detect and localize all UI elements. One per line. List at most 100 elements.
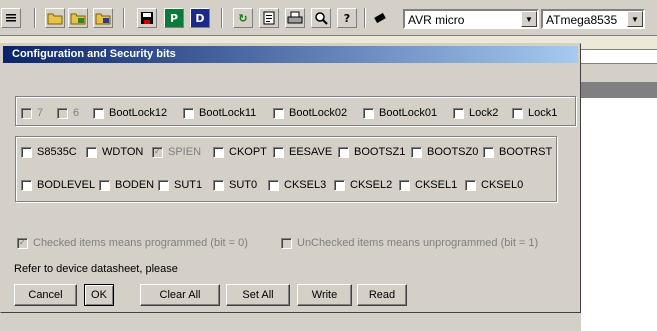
checkbox-box[interactable] bbox=[512, 107, 523, 119]
reload-icon[interactable]: ↻ bbox=[233, 8, 253, 28]
checkbox-bootlock12[interactable]: BootLock12 bbox=[93, 107, 167, 119]
chevron-down-icon[interactable]: ▼ bbox=[627, 11, 643, 27]
save-icon[interactable] bbox=[137, 8, 157, 28]
checkbox-bootsz0[interactable]: BOOTSZ0 bbox=[411, 146, 478, 158]
checkbox-cksel3[interactable]: CKSEL3 bbox=[268, 179, 326, 191]
printer-glyph bbox=[287, 11, 303, 24]
checkbox-label: SUT0 bbox=[229, 179, 258, 191]
list-icon[interactable] bbox=[1, 8, 21, 28]
checkbox-cksel2[interactable]: CKSEL2 bbox=[334, 179, 392, 191]
background-window-header bbox=[581, 82, 657, 98]
chip-glyph bbox=[374, 12, 386, 24]
checkbox-label: CKOPT bbox=[229, 146, 267, 158]
device-model-select[interactable]: ATmega8535 ▼ bbox=[541, 9, 645, 29]
checkbox-box[interactable] bbox=[158, 179, 169, 191]
search-icon[interactable] bbox=[311, 8, 331, 28]
checkbox-bodlevel[interactable]: BODLEVEL bbox=[21, 179, 95, 191]
checkbox-box[interactable] bbox=[338, 146, 349, 158]
checkbox-eesave[interactable]: EESAVE bbox=[273, 146, 332, 158]
read-button[interactable]: Read bbox=[357, 284, 407, 306]
open-data-folder-icon[interactable] bbox=[93, 8, 113, 28]
floppy-glyph bbox=[141, 12, 153, 24]
checkbox-box[interactable] bbox=[411, 146, 422, 158]
open-data-folder-glyph bbox=[95, 13, 111, 25]
checkbox-box[interactable] bbox=[213, 146, 224, 158]
chip-icon[interactable] bbox=[370, 8, 390, 28]
checkbox-bootlock11[interactable]: BootLock11 bbox=[183, 107, 256, 119]
checkbox-box[interactable] bbox=[465, 179, 476, 191]
checkbox-label: CKSEL3 bbox=[284, 179, 327, 191]
checkbox-spien: ✓ SPIEN bbox=[152, 146, 201, 158]
reference-note: Refer to device datasheet, please bbox=[14, 263, 178, 275]
checkbox-box[interactable] bbox=[273, 146, 284, 158]
checkbox-box[interactable] bbox=[334, 179, 345, 191]
checkbox-box[interactable] bbox=[399, 179, 410, 191]
list-icon-glyph bbox=[6, 14, 16, 22]
checkbox-box[interactable] bbox=[483, 146, 494, 158]
checkbox-label: 7 bbox=[37, 107, 44, 119]
checked-example-box: ✓ bbox=[17, 237, 28, 249]
checkbox-label: BODLEVEL bbox=[37, 179, 96, 191]
checkbox-box[interactable] bbox=[363, 107, 374, 119]
checkbox-label: BootLock02 bbox=[289, 107, 348, 119]
main-toolbar: P D ↻ ? AVR micro ▼ ATmega8535 ▼ bbox=[0, 0, 657, 36]
checkbox-label: BODEN bbox=[115, 179, 155, 191]
checkbox-box[interactable] bbox=[93, 107, 104, 119]
open-folder-icon[interactable] bbox=[45, 8, 65, 28]
chevron-down-icon[interactable]: ▼ bbox=[521, 11, 537, 27]
open-program-folder-glyph bbox=[70, 13, 86, 25]
checkbox-label: Lock2 bbox=[469, 107, 499, 119]
legend-unchecked: UnChecked items means unprogrammed (bit … bbox=[281, 237, 538, 249]
toolbar-separator bbox=[364, 8, 366, 28]
checkbox-box[interactable] bbox=[21, 146, 32, 158]
open-program-folder-icon[interactable] bbox=[68, 8, 88, 28]
checkbox-bootsz1[interactable]: BOOTSZ1 bbox=[338, 146, 405, 158]
file-info-glyph bbox=[263, 11, 275, 25]
checkbox-label: Lock1 bbox=[528, 107, 558, 119]
checkbox-sut0[interactable]: SUT0 bbox=[213, 179, 257, 191]
checkbox-lock1[interactable]: Lock1 bbox=[512, 107, 557, 119]
checkbox-box[interactable] bbox=[453, 107, 464, 119]
ok-button[interactable]: OK bbox=[84, 284, 114, 306]
legend-unchecked-text: UnChecked items means unprogrammed (bit … bbox=[297, 237, 539, 249]
checkbox-box bbox=[21, 107, 32, 119]
checkbox-box[interactable] bbox=[268, 179, 279, 191]
checkbox-box[interactable] bbox=[99, 179, 110, 191]
checkbox-label: BootLock11 bbox=[199, 107, 257, 119]
checkbox-label: BootLock01 bbox=[379, 107, 438, 119]
checkbox-box[interactable] bbox=[21, 179, 32, 191]
device-model-value: ATmega8535 bbox=[546, 13, 618, 27]
file-info-icon[interactable] bbox=[259, 8, 279, 28]
save-program-icon[interactable]: P bbox=[164, 8, 184, 28]
checkbox-sut1[interactable]: SUT1 bbox=[158, 179, 202, 191]
checkbox-wdton[interactable]: WDTON bbox=[86, 146, 143, 158]
checkbox-bootrst[interactable]: BOOTRST bbox=[483, 146, 552, 158]
checkbox-box[interactable] bbox=[86, 146, 97, 158]
checkbox-cksel1[interactable]: CKSEL1 bbox=[399, 179, 457, 191]
checkbox-ckopt[interactable]: CKOPT bbox=[213, 146, 267, 158]
print-icon[interactable] bbox=[285, 8, 305, 28]
checkbox-s8535c[interactable]: S8535C bbox=[21, 146, 77, 158]
background-window-panel bbox=[581, 64, 657, 82]
checkbox-label: BOOTRST bbox=[499, 146, 553, 158]
write-button[interactable]: Write bbox=[297, 284, 352, 306]
checkbox-label: 6 bbox=[73, 107, 80, 119]
checkbox-lock2[interactable]: Lock2 bbox=[453, 107, 498, 119]
checkbox-box bbox=[57, 107, 68, 119]
checkbox-box[interactable] bbox=[183, 107, 194, 119]
checkbox-box[interactable] bbox=[213, 179, 224, 191]
checkbox-boden[interactable]: BODEN bbox=[99, 179, 154, 191]
checkbox-box[interactable] bbox=[273, 107, 284, 119]
checkbox-cksel0[interactable]: CKSEL0 bbox=[465, 179, 523, 191]
help-icon[interactable]: ? bbox=[337, 8, 357, 28]
clear-all-button[interactable]: Clear All bbox=[140, 284, 220, 306]
checkbox-6: 6 bbox=[57, 107, 79, 119]
cancel-button[interactable]: Cancel bbox=[14, 284, 77, 306]
save-data-icon[interactable]: D bbox=[190, 8, 210, 28]
checkbox-bootlock02[interactable]: BootLock02 bbox=[273, 107, 347, 119]
checkbox-bootlock01[interactable]: BootLock01 bbox=[363, 107, 437, 119]
device-family-select[interactable]: AVR micro ▼ bbox=[403, 9, 539, 29]
set-all-button[interactable]: Set All bbox=[226, 284, 290, 306]
device-family-value: AVR micro bbox=[408, 13, 465, 27]
toolbar-separator bbox=[123, 8, 125, 28]
